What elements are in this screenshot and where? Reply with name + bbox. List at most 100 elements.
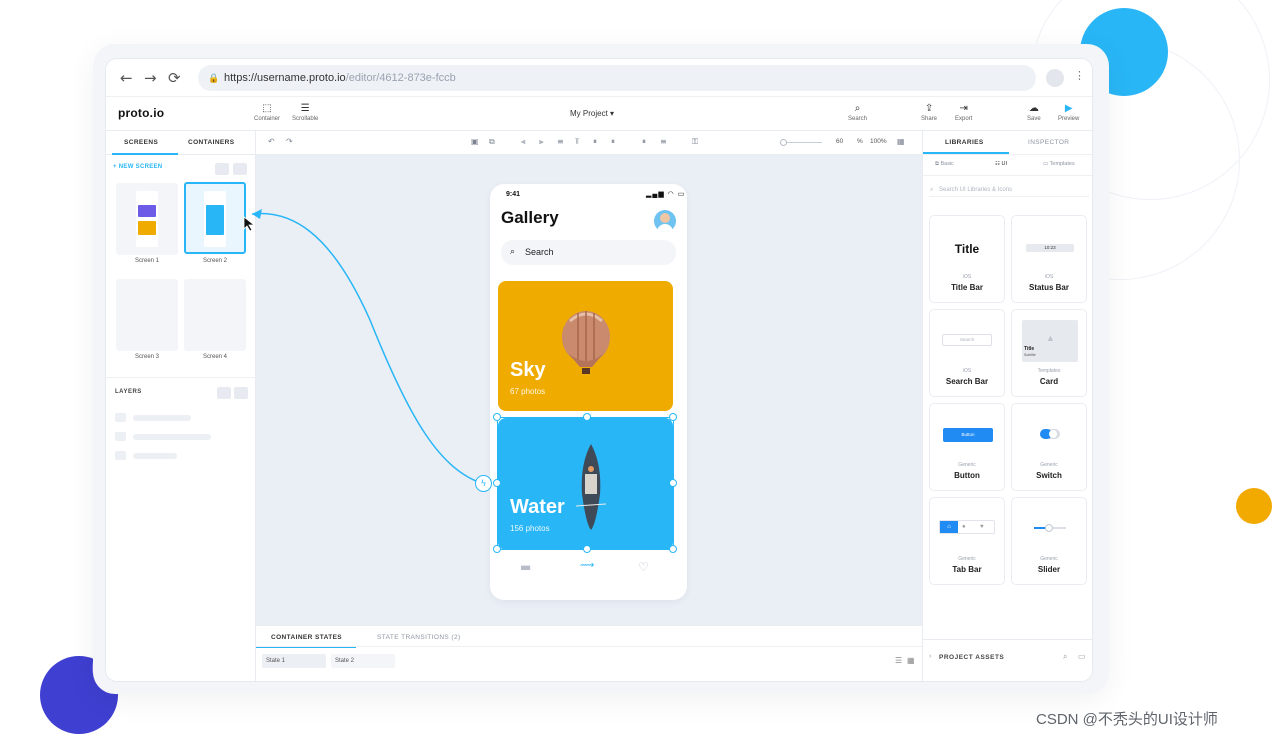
library-card-card[interactable]: Title Subtitle ▲ Templates Card [1011,309,1087,397]
align-center-icon[interactable]: ⫸ [539,137,544,147]
export-icon: ⇥ [959,103,968,114]
slider-track [1034,524,1066,532]
forward-icon[interactable]: → [144,69,157,87]
folder-icon[interactable]: ▬ [520,560,531,574]
search-icon[interactable]: ⌕ [1063,652,1067,662]
resize-handle[interactable] [493,413,501,421]
state-chip[interactable]: State 2 [331,654,395,668]
project-selector[interactable]: My Project ▾ [570,109,614,118]
library-card-status-bar[interactable]: 10:23 iOS Status Bar [1011,215,1087,303]
list-view-icon[interactable]: ☰ [895,656,902,665]
fit-screen-icon[interactable]: ▦ [897,137,905,146]
heart-icon: ♥ [980,524,984,530]
view-toggle-icon[interactable] [215,163,229,175]
card-category: Generic [1040,556,1058,562]
card-name: Search Bar [945,377,989,386]
tab-screens[interactable]: SCREENS [124,139,158,146]
tab-state-transitions[interactable]: STATE TRANSITIONS (2) [377,634,461,641]
zoom-value[interactable]: 60 [836,138,843,145]
tab-libraries[interactable]: LIBRARIES [945,139,984,146]
resize-handle[interactable] [493,545,501,553]
reload-icon[interactable]: ⟳ [168,69,181,87]
save-button[interactable]: ☁ Save [1027,103,1041,122]
subtab-basic[interactable]: ⧉ Basic [935,161,954,168]
search-icon: ⌕ [510,247,516,257]
image-icon[interactable]: ▭ [1078,652,1086,661]
undo-icon[interactable]: ↶ [268,137,275,146]
zoom-full-button[interactable]: 100% [870,138,887,145]
resize-handle[interactable] [669,545,677,553]
watermark: CSDN @不秃头的UI设计师 [1036,711,1218,728]
thumb-phone [204,191,226,247]
subtab-ui[interactable]: ☷ UI [995,161,1007,167]
resize-handle[interactable] [583,413,591,421]
new-screen-button[interactable]: + NEW SCREEN [113,164,162,170]
zoom-slider-handle[interactable] [780,139,787,146]
view-toggle-icon[interactable] [233,163,247,175]
image-icon: ▲ [1046,333,1055,343]
card-preview-status: 10:23 [1026,244,1074,252]
swipe-icon[interactable]: ⟿ [580,560,594,571]
preview-button[interactable]: ▶ Preview [1058,103,1079,122]
profile-avatar[interactable] [1046,69,1064,87]
screen-thumbnail-4[interactable] [184,279,246,351]
align-left-icon[interactable]: ⫷ [521,137,526,147]
resize-handle[interactable] [493,479,501,487]
tabbar-preview: ⌂ ● ♥ [939,520,995,534]
library-card-search-bar[interactable]: Search iOS Search Bar [929,309,1005,397]
container-button[interactable]: ⬚ Container [254,103,280,122]
export-button[interactable]: ⇥ Export [955,103,972,122]
align-middle-icon[interactable]: ⏸ [593,137,597,147]
redo-icon[interactable]: ↷ [286,137,293,146]
share-button[interactable]: ⇪ Share [921,103,937,122]
library-card-slider[interactable]: Generic Slider [1011,497,1087,585]
ungroup-icon[interactable]: ⧉ [489,137,495,147]
library-search-input[interactable]: ⌕ Search UI Libraries & Icons [929,183,1089,197]
library-card-switch[interactable]: Generic Switch [1011,403,1087,491]
selection-box [497,417,674,550]
resize-handle[interactable] [669,413,677,421]
tab-container-states[interactable]: CONTAINER STATES [271,634,342,641]
grid-view-icon[interactable]: ▦ [907,656,915,665]
subtab-templates[interactable]: ▭ Templates [1043,161,1075,167]
search-field[interactable]: ⌕ Search [501,240,676,265]
album-tile-sky[interactable]: Sky 67 photos [498,281,673,411]
layers-action-icon[interactable] [217,387,231,399]
group-icon[interactable]: ▣ [471,137,479,146]
align-bottom-icon[interactable]: ⏸ [611,137,615,147]
browser-toolbar: ← → ⟳ 🔒 https://username.proto.io/editor… [106,59,1092,97]
scrollable-button[interactable]: ☰ Scrollable [292,103,318,122]
layer-row[interactable] [115,432,235,441]
search-button[interactable]: ⌕ Search [848,103,867,122]
library-card-button[interactable]: Button Generic Button [929,403,1005,491]
avatar[interactable] [654,210,676,232]
resize-handle[interactable] [669,479,677,487]
state-chip[interactable]: State 1 [262,654,326,668]
zoom-slider[interactable] [782,142,822,143]
screen-label: Screen 4 [202,354,227,360]
screen-thumbnail-1[interactable] [116,183,178,255]
screen-thumbnail-2[interactable] [184,182,246,254]
align-top-icon[interactable]: ⫪ [575,137,580,147]
distribute-h-icon[interactable]: ⏸ [642,137,646,147]
tab-inspector[interactable]: INSPECTOR [1028,139,1069,146]
screen-thumbnail-3[interactable] [116,279,178,351]
library-card-title-bar[interactable]: Title iOS Title Bar [929,215,1005,303]
lock-icon: 🔒 [208,73,220,83]
resize-handle[interactable] [583,545,591,553]
distribute-v-icon[interactable]: ≡ [660,137,667,146]
heart-icon[interactable]: ♡ [638,560,649,574]
back-icon[interactable]: ← [120,69,133,87]
project-assets-bar[interactable]: › PROJECT ASSETS ⌕ ▭ [923,639,1092,681]
layers-action-icon[interactable] [234,387,248,399]
interaction-trigger-icon[interactable]: ϟ [475,475,492,492]
tab-containers[interactable]: CONTAINERS [188,139,235,146]
library-card-tab-bar[interactable]: ⌂ ● ♥ Generic Tab Bar [929,497,1005,585]
align-right-icon[interactable]: ≡ [557,137,564,146]
lock-layer-icon[interactable]: ⚿ [692,137,698,147]
address-bar[interactable]: 🔒 https://username.proto.io/editor/4612-… [198,65,1036,91]
layer-row[interactable] [115,451,235,460]
search-label: Search [848,116,868,122]
layer-row[interactable] [115,413,235,422]
browser-menu-icon[interactable]: ⋮ [1074,69,1085,82]
